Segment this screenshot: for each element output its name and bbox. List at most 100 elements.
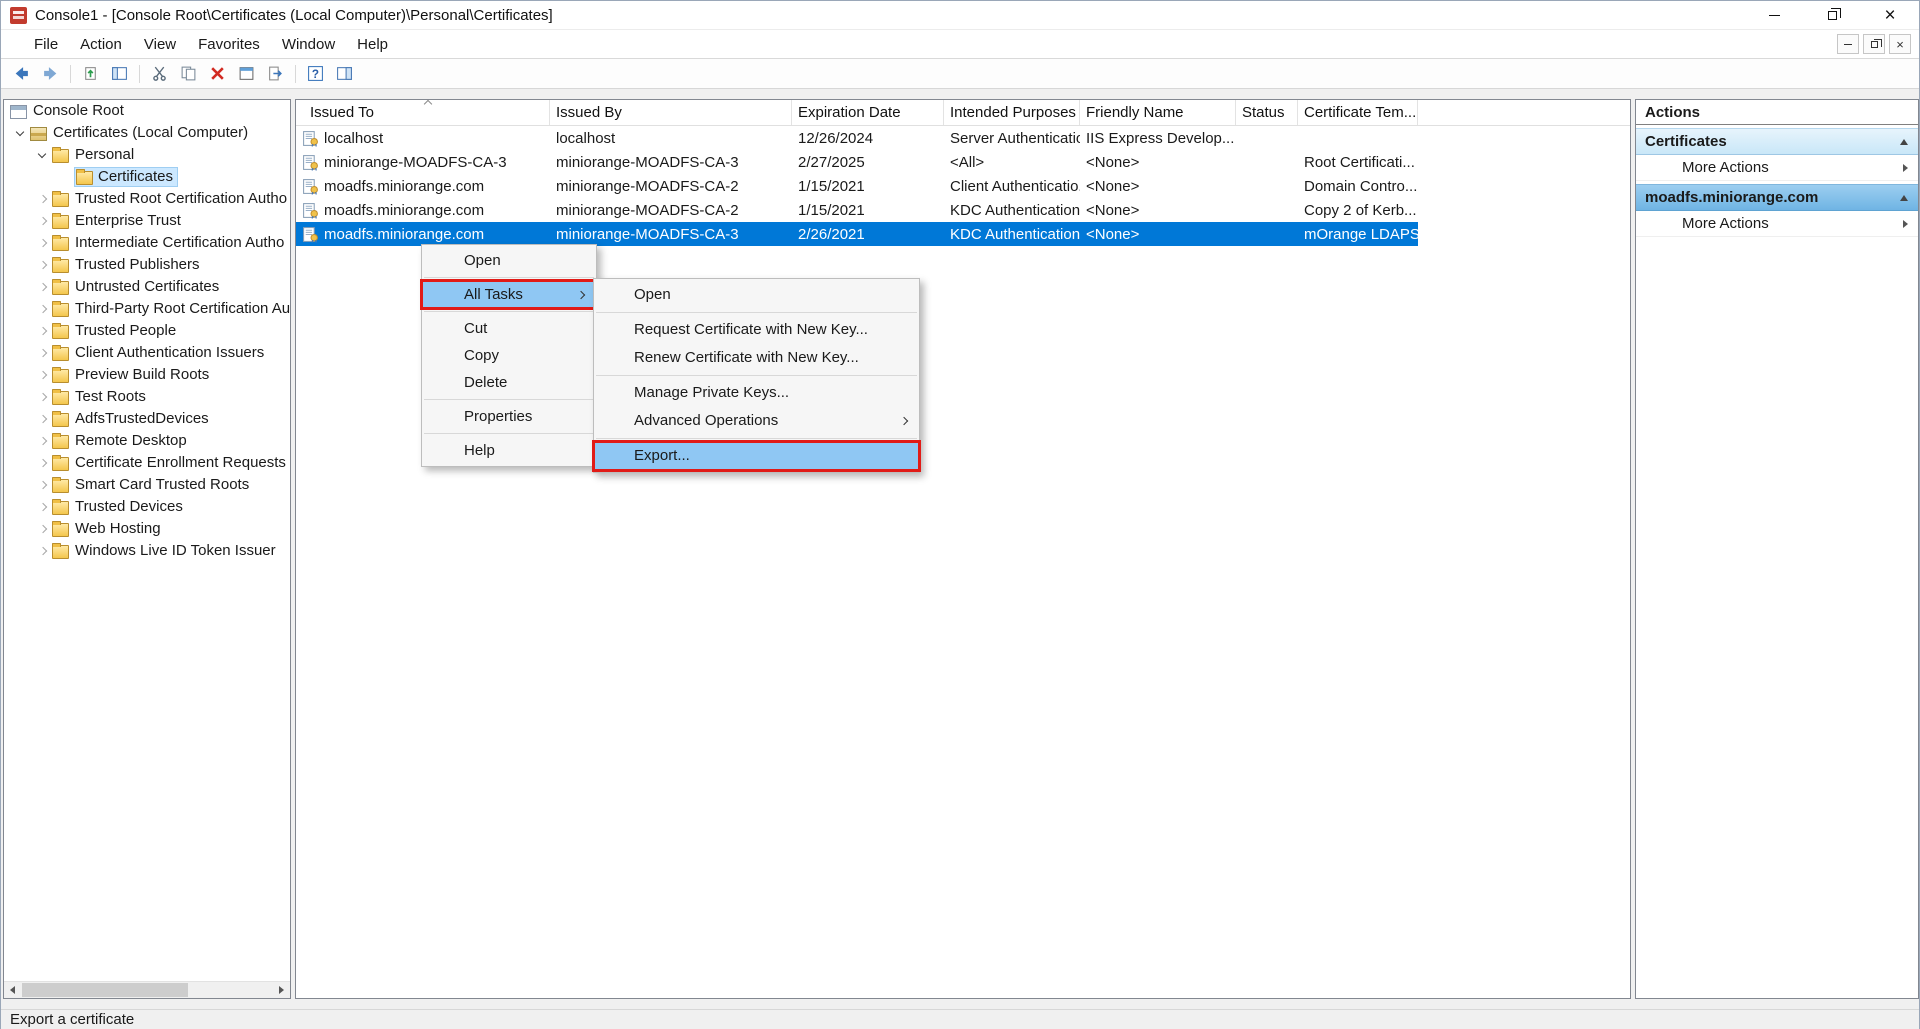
restore-button[interactable] — [1803, 1, 1861, 30]
chevron-right-icon[interactable] — [34, 344, 52, 362]
help-button[interactable]: ? — [301, 61, 330, 87]
chevron-right-icon[interactable] — [34, 542, 52, 560]
column-header-issued-by[interactable]: Issued By — [550, 100, 792, 125]
more-actions-certificates[interactable]: More Actions — [1636, 155, 1918, 181]
export-list-button[interactable] — [261, 61, 290, 87]
tree-item-intermediate-certification-authorities[interactable]: Intermediate Certification Autho — [4, 232, 290, 254]
scrollbar-thumb[interactable] — [22, 983, 188, 997]
tree-item-test-roots[interactable]: Test Roots — [4, 386, 290, 408]
column-header-issued-to[interactable]: Issued To — [300, 100, 550, 125]
submenu-renew-certificate-new-key[interactable]: Renew Certificate with New Key... — [594, 344, 919, 372]
tree-item-windows-live-id-token-issuer[interactable]: Windows Live ID Token Issuer — [4, 540, 290, 562]
show-action-pane-button[interactable] — [330, 61, 359, 87]
chevron-right-icon[interactable] — [34, 432, 52, 450]
column-header-friendly-name[interactable]: Friendly Name — [1080, 100, 1236, 125]
chevron-down-icon[interactable] — [34, 146, 52, 164]
context-menu-open[interactable]: Open — [422, 247, 596, 274]
chevron-right-icon[interactable] — [34, 256, 52, 274]
tree-item-enterprise-trust[interactable]: Enterprise Trust — [4, 210, 290, 232]
context-menu-cut[interactable]: Cut — [422, 315, 596, 342]
column-header-status[interactable]: Status — [1236, 100, 1298, 125]
submenu-request-certificate-new-key[interactable]: Request Certificate with New Key... — [594, 316, 919, 344]
close-button[interactable]: × — [1861, 1, 1919, 30]
chevron-right-icon[interactable] — [34, 278, 52, 296]
column-header-expiration-date[interactable]: Expiration Date — [792, 100, 944, 125]
chevron-right-icon[interactable] — [34, 322, 52, 340]
chevron-right-icon[interactable] — [34, 520, 52, 538]
tree-item-client-authentication-issuers[interactable]: Client Authentication Issuers — [4, 342, 290, 364]
mdi-close-button[interactable]: × — [1889, 34, 1911, 54]
tree-item-trusted-people[interactable]: Trusted People — [4, 320, 290, 342]
tree-item-personal[interactable]: Personal — [4, 144, 290, 166]
actions-section-certificates[interactable]: Certificates — [1636, 128, 1918, 155]
tree-item-console-root[interactable]: Console Root — [4, 100, 290, 122]
show-console-tree-button[interactable] — [105, 61, 134, 87]
chevron-right-icon[interactable] — [34, 388, 52, 406]
chevron-right-icon[interactable] — [34, 410, 52, 428]
more-actions-moadfs[interactable]: More Actions — [1636, 211, 1918, 237]
tree-item-untrusted-certificates[interactable]: Untrusted Certificates — [4, 276, 290, 298]
menu-favorites[interactable]: Favorites — [187, 30, 271, 59]
collapse-section-icon[interactable] — [1900, 195, 1908, 201]
menu-action[interactable]: Action — [69, 30, 133, 59]
scroll-right-icon[interactable] — [273, 982, 290, 998]
chevron-right-icon[interactable] — [34, 498, 52, 516]
chevron-right-icon[interactable] — [34, 212, 52, 230]
collapse-section-icon[interactable] — [1900, 139, 1908, 145]
scroll-left-icon[interactable] — [4, 982, 21, 998]
submenu-open[interactable]: Open — [594, 281, 919, 309]
tree-item-trusted-publishers[interactable]: Trusted Publishers — [4, 254, 290, 276]
tree-item-trusted-devices[interactable]: Trusted Devices — [4, 496, 290, 518]
tree-item-remote-desktop[interactable]: Remote Desktop — [4, 430, 290, 452]
context-menu-all-tasks[interactable]: All Tasks — [422, 281, 596, 308]
context-menu-help[interactable]: Help — [422, 437, 596, 464]
tree-item-trusted-root-certification-authorities[interactable]: Trusted Root Certification Autho — [4, 188, 290, 210]
column-header-certificate-template[interactable]: Certificate Tem... — [1298, 100, 1418, 125]
copy-icon — [180, 65, 197, 82]
submenu-export[interactable]: Export... — [594, 442, 919, 470]
column-header-intended-purposes[interactable]: Intended Purposes — [944, 100, 1080, 125]
chevron-right-icon[interactable] — [34, 190, 52, 208]
back-button[interactable] — [7, 61, 36, 87]
actions-section-moadfs-miniorange-com[interactable]: moadfs.miniorange.com — [1636, 184, 1918, 211]
tree-item-third-party-root-certification-authorities[interactable]: Third-Party Root Certification Au — [4, 298, 290, 320]
menu-view[interactable]: View — [133, 30, 187, 59]
context-menu-properties[interactable]: Properties — [422, 403, 596, 430]
chevron-right-icon[interactable] — [34, 300, 52, 318]
menu-help[interactable]: Help — [346, 30, 399, 59]
chevron-right-icon[interactable] — [34, 476, 52, 494]
up-one-level-button[interactable] — [76, 61, 105, 87]
certificate-row-localhost[interactable]: localhost localhost 12/26/2024 Server Au… — [296, 126, 1418, 150]
context-menu-delete[interactable]: Delete — [422, 369, 596, 396]
tree-item-certificates-selected[interactable]: Certificates — [4, 166, 290, 188]
forward-button[interactable] — [36, 61, 65, 87]
tree-horizontal-scrollbar[interactable] — [4, 981, 290, 998]
menu-window[interactable]: Window — [271, 30, 346, 59]
certificate-row-moadfs-domain[interactable]: moadfs.miniorange.com miniorange-MOADFS-… — [296, 174, 1418, 198]
tree-item-smart-card-trusted-roots[interactable]: Smart Card Trusted Roots — [4, 474, 290, 496]
mdi-restore-button[interactable] — [1863, 34, 1885, 54]
chevron-right-icon[interactable] — [34, 366, 52, 384]
certificate-row-ca3-root[interactable]: miniorange-MOADFS-CA-3 miniorange-MOADFS… — [296, 150, 1418, 174]
properties-button[interactable] — [232, 61, 261, 87]
minimize-button[interactable] — [1745, 1, 1803, 30]
context-menu-copy[interactable]: Copy — [422, 342, 596, 369]
submenu-manage-private-keys[interactable]: Manage Private Keys... — [594, 379, 919, 407]
submenu-arrow-icon — [900, 417, 908, 425]
certificate-row-moadfs-kerb[interactable]: moadfs.miniorange.com miniorange-MOADFS-… — [296, 198, 1418, 222]
tree-item-certificate-enrollment-requests[interactable]: Certificate Enrollment Requests — [4, 452, 290, 474]
tree-item-adfstrusteddevices[interactable]: AdfsTrustedDevices — [4, 408, 290, 430]
mdi-minimize-button[interactable] — [1837, 34, 1859, 54]
tree-item-web-hosting[interactable]: Web Hosting — [4, 518, 290, 540]
copy-button[interactable] — [174, 61, 203, 87]
chevron-right-icon[interactable] — [34, 234, 52, 252]
chevron-right-icon[interactable] — [34, 454, 52, 472]
delete-button[interactable] — [203, 61, 232, 87]
menu-file[interactable]: File — [23, 30, 69, 59]
certificate-row-moadfs-ldaps-selected[interactable]: moadfs.miniorange.com miniorange-MOADFS-… — [296, 222, 1418, 246]
cut-button[interactable] — [145, 61, 174, 87]
chevron-down-icon[interactable] — [12, 124, 30, 142]
tree-item-preview-build-roots[interactable]: Preview Build Roots — [4, 364, 290, 386]
submenu-advanced-operations[interactable]: Advanced Operations — [594, 407, 919, 435]
tree-item-certificates-local-computer[interactable]: Certificates (Local Computer) — [4, 122, 290, 144]
